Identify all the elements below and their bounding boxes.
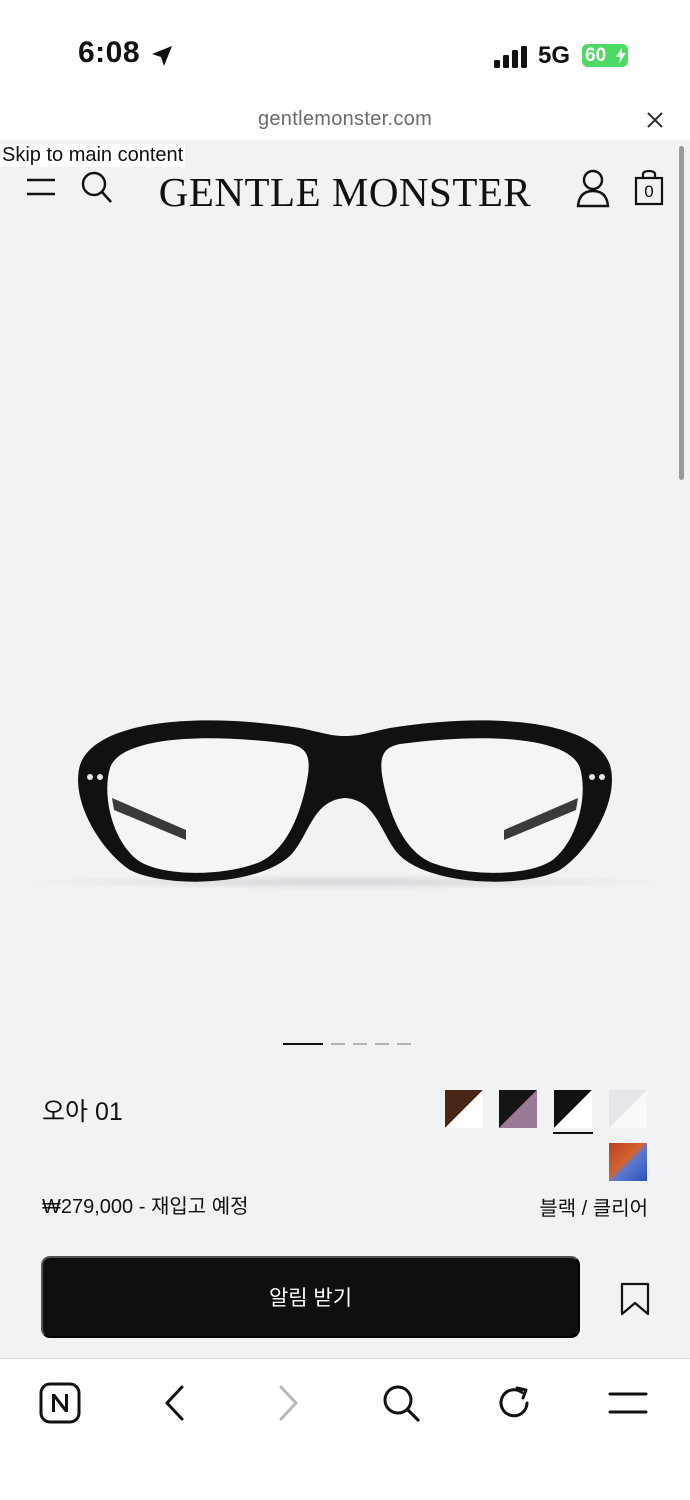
carousel-dot[interactable] <box>353 1043 367 1045</box>
account-icon[interactable] <box>576 168 610 208</box>
site-header: GENTLE MONSTER 0 <box>0 164 690 216</box>
url-text[interactable]: gentlemonster.com <box>0 108 690 131</box>
status-time: 6:08 <box>78 36 141 69</box>
bookmark-icon[interactable] <box>620 1282 650 1316</box>
shopping-bag-button[interactable]: 0 <box>634 168 664 206</box>
url-bar[interactable]: gentlemonster.com <box>0 100 690 140</box>
color-swatch-black-purple[interactable] <box>499 1090 537 1128</box>
reload-icon <box>499 1386 529 1418</box>
carousel-dot[interactable] <box>283 1043 323 1045</box>
product-name: 오아 01 <box>42 1098 123 1126</box>
browser-toolbar <box>0 1358 690 1500</box>
carousel-dot[interactable] <box>331 1043 345 1045</box>
notify-me-button[interactable]: 알림 받기 <box>41 1256 580 1338</box>
charging-bolt-icon <box>616 47 626 64</box>
search-icon <box>383 1385 420 1422</box>
reload-button[interactable] <box>492 1381 536 1425</box>
carousel-indicator[interactable] <box>283 1043 411 1047</box>
search-button[interactable] <box>379 1381 423 1425</box>
forward-arrow-icon <box>279 1385 298 1421</box>
back-arrow-icon <box>165 1385 184 1421</box>
close-icon[interactable] <box>646 111 664 129</box>
color-swatch-orange-blue[interactable] <box>609 1143 647 1181</box>
forward-button[interactable] <box>267 1381 311 1425</box>
color-swatch-brown[interactable] <box>445 1090 483 1128</box>
color-swatch-clear[interactable] <box>609 1090 647 1128</box>
color-swatch-black-clear[interactable] <box>554 1090 592 1128</box>
price-and-status: ₩279,000 - 재입고 예정 <box>42 1196 249 1218</box>
selected-swatch-indicator <box>553 1132 593 1134</box>
network-label: 5G <box>538 42 571 69</box>
carousel-dot[interactable] <box>375 1043 389 1045</box>
product-image[interactable] <box>0 680 690 920</box>
naver-n-icon <box>39 1382 81 1424</box>
status-bar: 6:08 5G 60 <box>0 0 690 100</box>
cart-count: 0 <box>644 182 654 201</box>
selected-color-name: 블랙 / 클리어 <box>539 1198 648 1220</box>
location-arrow-icon <box>152 46 172 66</box>
back-button[interactable] <box>152 1381 196 1425</box>
carousel-dot[interactable] <box>397 1043 411 1045</box>
menu-icon <box>608 1392 648 1414</box>
signal-bars-icon <box>494 46 527 68</box>
battery-level: 60 <box>585 45 607 66</box>
naver-home-button[interactable] <box>38 1381 82 1425</box>
battery-icon: 60 <box>582 44 628 67</box>
web-page: Skip to main content GENTLE MONSTER 0 오아… <box>0 140 690 1358</box>
browser-menu-button[interactable] <box>606 1381 650 1425</box>
